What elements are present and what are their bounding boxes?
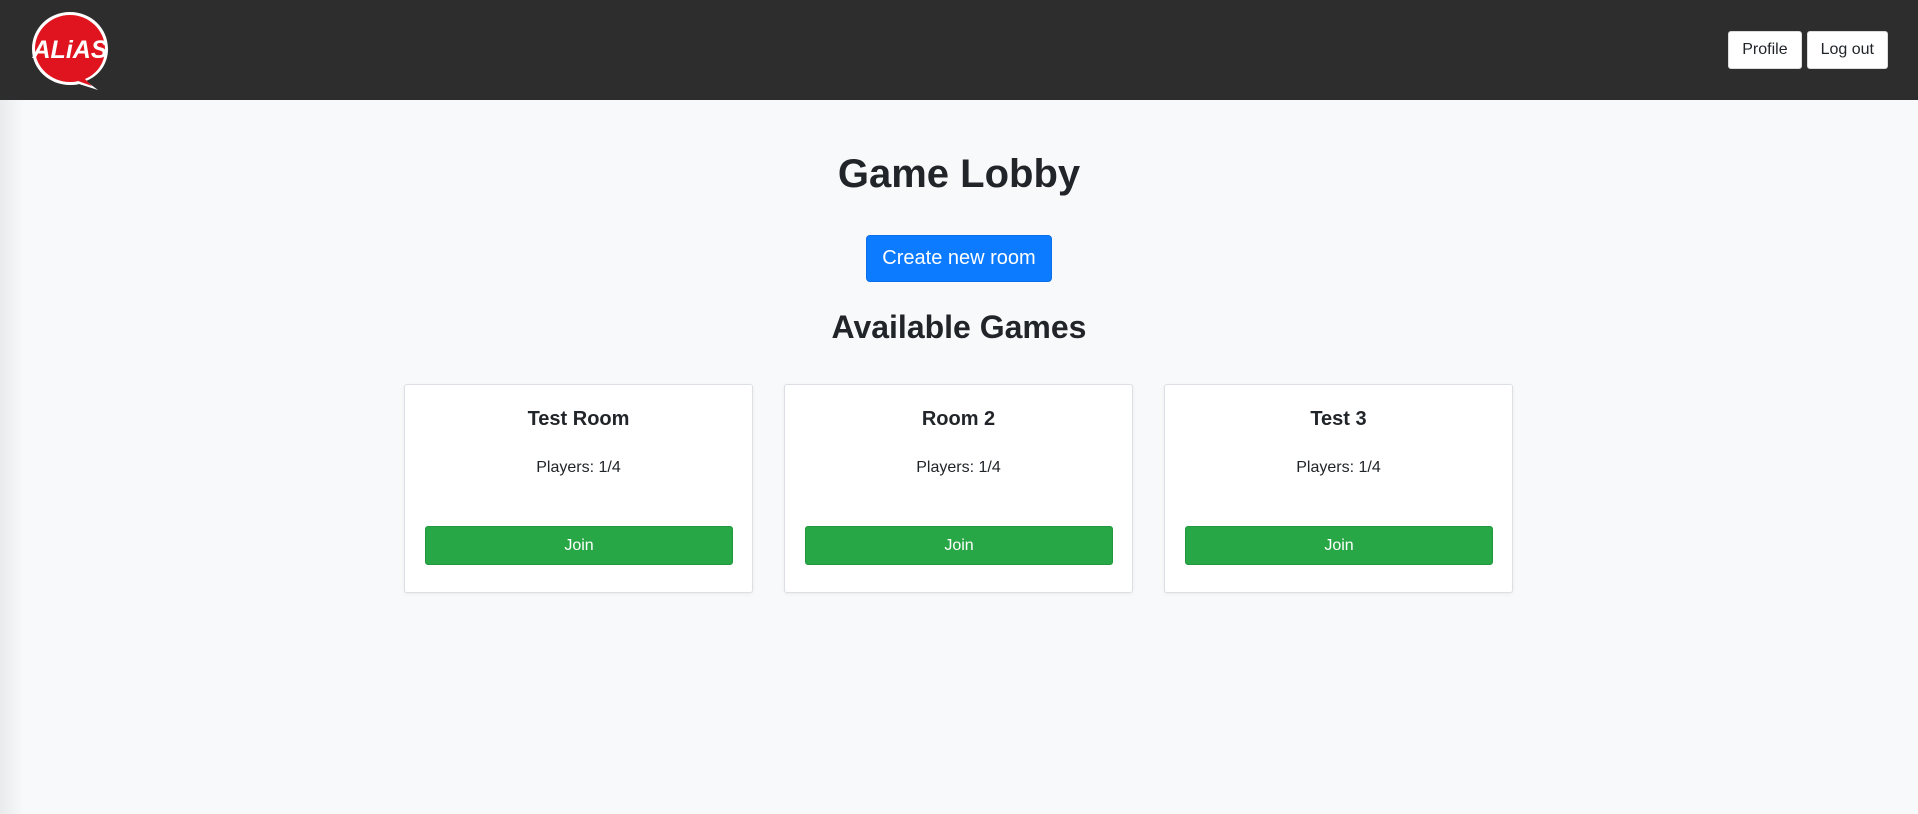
room-card-list: Test Room Players: 1/4 Join Room 2 Playe… — [404, 384, 1514, 595]
alias-logo-icon: ALiAS — [32, 12, 108, 90]
room-player-count: Players: 1/4 — [1296, 459, 1381, 476]
room-player-count: Players: 1/4 — [536, 459, 621, 476]
available-games-heading: Available Games — [831, 309, 1087, 345]
nav-actions: Profile Log out — [1728, 31, 1888, 69]
room-player-count: Players: 1/4 — [916, 459, 1001, 476]
room-name: Test 3 — [1310, 408, 1367, 430]
room-name: Test Room — [527, 408, 630, 430]
page-edge-shadow — [0, 100, 24, 814]
profile-button[interactable]: Profile — [1728, 31, 1802, 69]
room-card: Room 2 Players: 1/4 Join — [784, 384, 1133, 593]
create-room-button[interactable]: Create new room — [866, 235, 1052, 282]
room-name: Room 2 — [921, 408, 996, 430]
join-button[interactable]: Join — [425, 526, 733, 565]
room-card: Test Room Players: 1/4 Join — [404, 384, 753, 593]
room-card: Test 3 Players: 1/4 Join — [1164, 384, 1513, 593]
logout-button[interactable]: Log out — [1806, 31, 1888, 69]
join-button[interactable]: Join — [805, 526, 1113, 565]
alias-logo[interactable]: ALiAS — [28, 8, 112, 92]
top-navbar: ALiAS Profile Log out — [0, 0, 1918, 100]
page-title: Game Lobby — [837, 152, 1081, 196]
logo-text: ALiAS — [32, 36, 108, 64]
join-button[interactable]: Join — [1185, 526, 1493, 565]
